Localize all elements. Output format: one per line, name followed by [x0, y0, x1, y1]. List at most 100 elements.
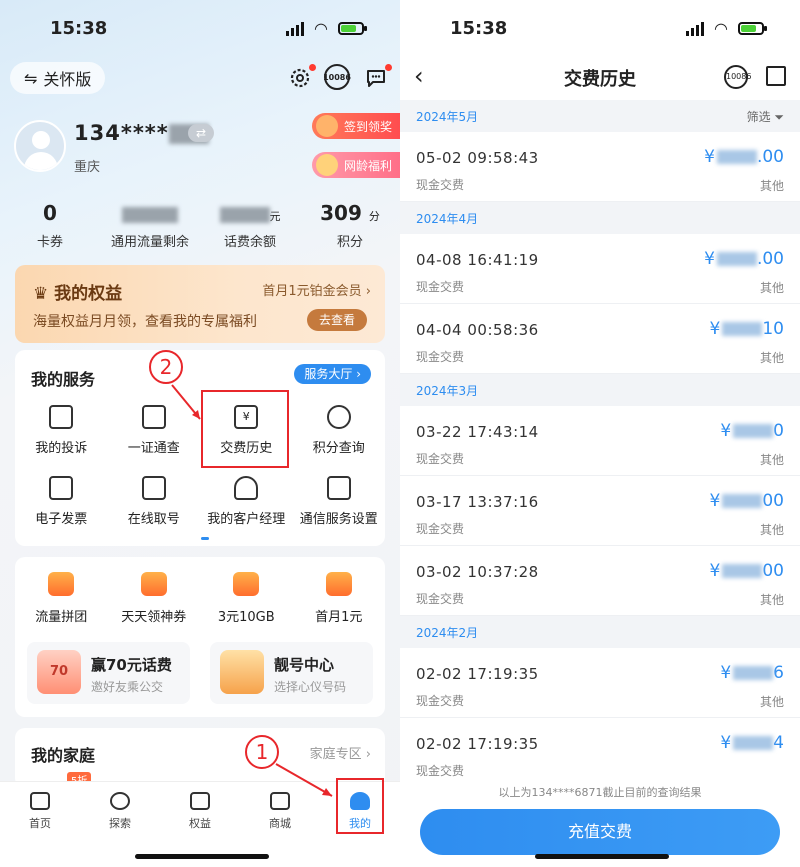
service-account-manager[interactable]: 我的客户经理	[200, 476, 293, 527]
complaint-icon	[49, 405, 74, 429]
recharge-button[interactable]: 充值交费	[420, 809, 780, 855]
tab-label: 首页	[29, 817, 51, 830]
stat-points[interactable]: 309 分 积分	[300, 201, 400, 250]
service-10086-button[interactable]: 10086	[323, 64, 351, 90]
payment-datetime: 04-04 00:58:36	[416, 321, 539, 339]
stat-data-remaining[interactable]: 通用流量剩余	[100, 201, 200, 250]
payment-row[interactable]: 03-02 10:37:28 现金交费 ¥00 其他	[400, 546, 800, 616]
tab-rights[interactable]: 权益	[170, 792, 230, 831]
payment-datetime: 03-22 17:43:14	[416, 423, 539, 441]
wifi-icon: ◠	[714, 19, 728, 38]
service-label: 在线取号	[127, 512, 180, 527]
signin-reward-label: 签到领奖	[343, 119, 392, 134]
tab-home[interactable]: 首页	[10, 792, 70, 831]
currency-symbol: ¥	[720, 421, 732, 441]
stat-label: 卡券	[36, 235, 63, 250]
currency-symbol: ¥	[709, 491, 721, 511]
page-indicator	[201, 537, 209, 540]
diamond-icon	[190, 792, 210, 810]
rights-member-link[interactable]: 首月1元铂金会员 ›	[262, 280, 371, 299]
redacted-value	[219, 206, 270, 223]
tab-explore[interactable]: 探索	[90, 792, 150, 831]
service-label: 一证通查	[127, 441, 180, 456]
payment-row[interactable]: 03-22 17:43:14 现金交费 ¥0 其他	[400, 406, 800, 476]
battery-icon	[738, 22, 767, 35]
service-online-ticket[interactable]: 在线取号	[108, 476, 201, 527]
payment-type: 现金交费	[416, 694, 465, 708]
highlight-payment-history	[201, 390, 289, 468]
payment-type: 现金交费	[416, 452, 465, 466]
switch-account-button[interactable]: ⇄	[188, 124, 214, 142]
currency-symbol: ¥	[709, 561, 721, 581]
page-header: ‹ 交费历史 10086	[400, 58, 800, 100]
stat-coupons[interactable]: 0 卡券	[0, 201, 100, 250]
payment-amount: ¥00	[710, 561, 784, 581]
promo-box-title: 靓号中心	[274, 656, 335, 674]
status-bar: 15:38 ◠	[0, 0, 400, 58]
currency-symbol: ¥	[720, 733, 732, 753]
promo-daily-coupon[interactable]: 天天领神券	[108, 572, 201, 625]
promo-3yuan-10gb[interactable]: 3元10GB	[200, 572, 293, 625]
stat-value: 309	[320, 201, 362, 225]
rights-view-button[interactable]: 去查看	[306, 309, 367, 331]
promo-group-data[interactable]: 流量拼团	[15, 572, 108, 625]
currency-symbol: ¥	[720, 663, 732, 683]
payment-row[interactable]: 02-02 17:19:35 现金交费 ¥6 其他	[400, 648, 800, 718]
services-title: 我的服务	[31, 370, 96, 389]
notification-dot	[309, 64, 316, 71]
filter-button[interactable]: 筛选 ⏷	[747, 108, 784, 125]
payment-type: 现金交费	[416, 522, 465, 536]
invoice-icon	[49, 476, 74, 500]
share-external-icon[interactable]	[766, 66, 786, 86]
wheel-icon	[315, 115, 338, 137]
service-telecom-settings[interactable]: 通信服务设置	[293, 476, 386, 527]
promo-box-invite[interactable]: 70 赢70元话费 邀好友乘公交	[27, 642, 190, 704]
promo-box-number-center[interactable]: 靓号中心 选择心仪号码	[210, 642, 373, 704]
service-complaint[interactable]: 我的投诉	[15, 405, 108, 456]
payment-channel: 其他	[759, 593, 784, 607]
month-header: 2024年3月	[400, 374, 800, 406]
search-doc-icon	[141, 405, 166, 429]
signin-reward-pill[interactable]: 签到领奖	[311, 113, 400, 139]
amount-visible-digits: 6	[773, 663, 784, 683]
compass-icon	[110, 792, 130, 810]
service-10086-button[interactable]: 10086	[724, 65, 751, 89]
tab-label: 权益	[189, 817, 211, 830]
status-time: 15:38	[50, 18, 108, 39]
service-hall-button[interactable]: 服务大厅 ›	[294, 364, 371, 384]
payment-row[interactable]: 05-02 09:58:43 现金交费 ¥ .00 其他	[400, 132, 800, 202]
my-rights-banner[interactable]: ♛ 我的权益 首月1元铂金会员 › 海量权益月月领，查看我的专属福利 去查看	[15, 265, 385, 343]
ticket-icon	[141, 476, 166, 500]
payment-channel: 其他	[759, 179, 784, 193]
stat-label: 积分	[336, 235, 363, 250]
tab-label: 商城	[269, 817, 291, 830]
query-result-note: 以上为134****6871截止目前的查询结果	[498, 786, 702, 799]
payment-amount: ¥00	[710, 491, 784, 511]
stat-balance[interactable]: 元 话费余额	[200, 201, 300, 250]
promo-first-month[interactable]: 首月1元	[293, 572, 386, 625]
gear-icon	[290, 68, 310, 88]
network-age-pill[interactable]: 网龄福利	[311, 152, 400, 178]
service-e-invoice[interactable]: 电子发票	[15, 476, 108, 527]
amount-visible-digits: 00	[762, 491, 784, 511]
payment-type: 现金交费	[416, 764, 465, 778]
promo-label: 天天领神券	[121, 610, 187, 625]
payment-row[interactable]: 04-08 16:41:19 现金交费 ¥ .00 其他	[400, 234, 800, 304]
service-points-query[interactable]: 积分查询	[293, 405, 386, 456]
settings-button[interactable]	[286, 64, 316, 92]
avatar[interactable]	[14, 120, 66, 172]
redacted-amount	[733, 736, 774, 750]
messages-button[interactable]	[362, 64, 392, 92]
payment-amount: ¥0	[720, 421, 784, 441]
currency-symbol: ¥	[709, 319, 721, 339]
payment-datetime: 04-08 16:41:19	[416, 251, 539, 269]
payment-row[interactable]: 03-17 13:37:16 现金交费 ¥00 其他	[400, 476, 800, 546]
phone-settings-icon	[326, 476, 351, 500]
month-label: 2024年5月	[416, 109, 479, 124]
care-mode-button[interactable]: ⇋ 关怀版	[10, 62, 106, 94]
money-bag-icon	[48, 572, 75, 596]
payment-amount: ¥10	[710, 319, 784, 339]
payment-row[interactable]: 04-04 00:58:36 现金交费 ¥10 其他	[400, 304, 800, 374]
signal-icon	[286, 22, 304, 36]
wifi-icon: ◠	[314, 19, 328, 38]
